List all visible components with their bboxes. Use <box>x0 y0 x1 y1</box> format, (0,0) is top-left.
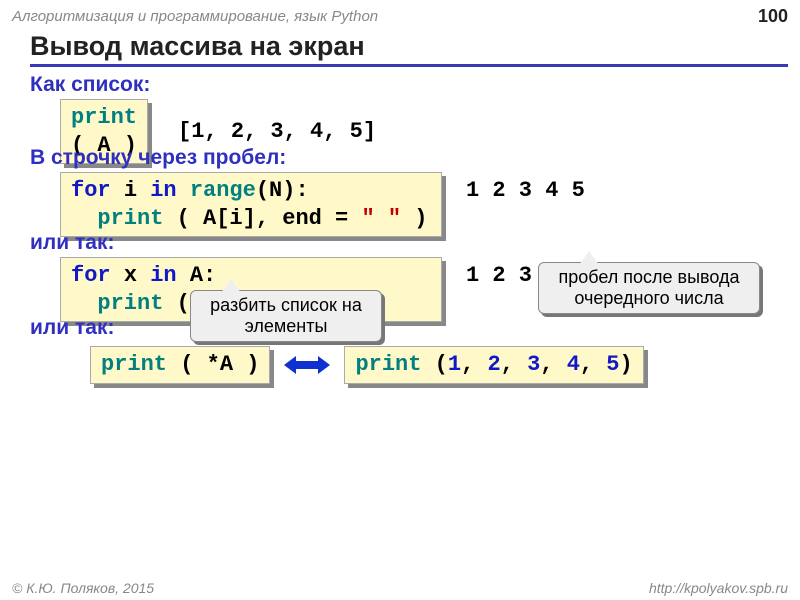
code-print-expanded: print (1, 2, 3, 4, 5) <box>344 346 643 384</box>
footer-copyright: © К.Ю. Поляков, 2015 <box>12 580 154 596</box>
double-arrow-icon <box>284 354 330 376</box>
page-title: Вывод массива на экран <box>30 31 788 67</box>
callout-split: разбить список на элементы <box>190 290 382 342</box>
output-list: [1, 2, 3, 4, 5] <box>178 119 376 144</box>
subhead-list: Как список: <box>30 73 780 97</box>
page-number: 100 <box>758 6 788 27</box>
code-print-star: print ( *A ) <box>90 346 270 384</box>
code-for-range: for i in range(N): print ( A[i], end = "… <box>60 172 442 237</box>
subhead-space: В строчку через пробел: <box>30 146 780 170</box>
footer-url: http://kpolyakov.spb.ru <box>649 580 788 596</box>
callout-space: пробел после вывода очередного числа <box>538 262 760 314</box>
course-title: Алгоритмизация и программирование, язык … <box>12 8 378 25</box>
output-space-1: 1 2 3 4 5 <box>466 178 585 203</box>
